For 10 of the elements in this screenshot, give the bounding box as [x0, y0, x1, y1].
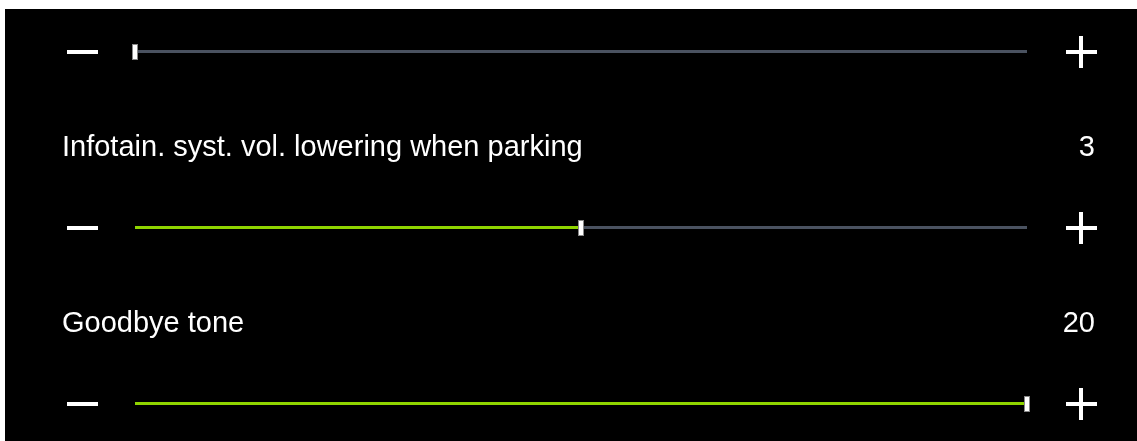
slider-thumb[interactable]: [132, 44, 138, 60]
setting-label: Goodbye tone: [62, 305, 245, 339]
slider-thumb[interactable]: [1024, 396, 1030, 412]
setting-value: 3: [1078, 129, 1095, 163]
slider-thumb[interactable]: [578, 220, 584, 236]
slider[interactable]: [135, 44, 1027, 60]
setting-value: 20: [1062, 305, 1095, 339]
setting-label: Infotain. syst. vol. lowering when parking: [62, 129, 583, 163]
slider[interactable]: [135, 396, 1027, 412]
slider[interactable]: [135, 220, 1027, 236]
